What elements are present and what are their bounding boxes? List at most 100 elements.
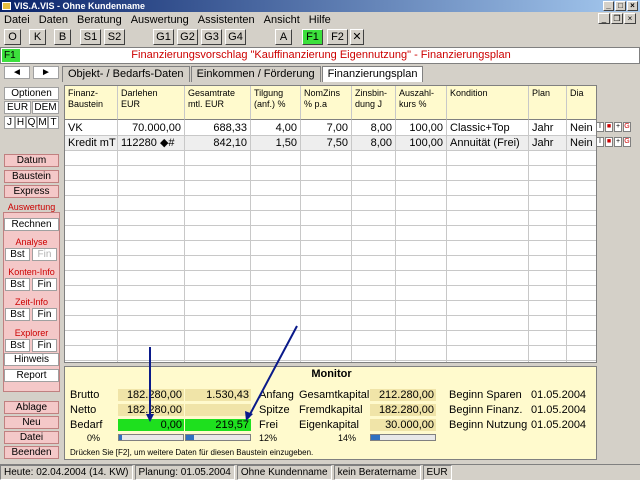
cell-nomzins[interactable]: 7,50 [301, 136, 352, 151]
status-currency: EUR [422, 465, 452, 480]
brutto-label: Brutto [70, 389, 100, 401]
cell-baustein[interactable]: Kredit mT [65, 136, 118, 151]
brutto-value-1: 182.280,00 [118, 389, 184, 401]
period-j-button[interactable]: J [4, 116, 15, 129]
menu-auswertung[interactable]: Auswertung [131, 14, 189, 26]
konten-bst-button[interactable]: Bst [5, 278, 30, 291]
toolbar-k-button[interactable]: K [29, 29, 46, 45]
datei-button[interactable]: Datei [4, 431, 59, 444]
row-add-button[interactable]: + [614, 137, 622, 147]
minimize-button[interactable]: _ [603, 1, 614, 11]
optionen-button[interactable]: Optionen [4, 87, 59, 100]
menu-daten[interactable]: Daten [39, 14, 68, 26]
period-m-button[interactable]: M [37, 116, 48, 129]
grid-col-line [528, 120, 529, 362]
nav-prev-button[interactable]: ◄ [4, 66, 30, 79]
grid-row-line [65, 225, 596, 226]
row-g-button[interactable]: G [623, 137, 631, 147]
explorer-fin-button[interactable]: Fin [32, 339, 57, 352]
tab-einkommen-foerderung[interactable]: Einkommen / Förderung [190, 66, 321, 82]
toolbar-s2-button[interactable]: S2 [104, 29, 125, 45]
cell-zinsbindung[interactable]: 8,00 [352, 136, 396, 151]
toolbar-g1-button[interactable]: G1 [153, 29, 174, 45]
cell-baustein[interactable]: VK [65, 121, 118, 136]
cell-plan[interactable]: Jahr [529, 121, 567, 136]
toolbar-g3-button[interactable]: G3 [201, 29, 222, 45]
cell-darlehen-input[interactable]: 112280 ◆# [118, 136, 185, 151]
grid-row-line [65, 270, 596, 271]
toolbar-f1-button[interactable]: F1 [302, 29, 323, 45]
zeit-fin-button[interactable]: Fin [32, 308, 57, 321]
cell-kondition[interactable]: Classic+Top [447, 121, 529, 136]
cell-kondition[interactable]: Annuität (Frei) [447, 136, 529, 151]
cell-tilgung[interactable]: 1,50 [251, 136, 301, 151]
zeit-bst-button[interactable]: Bst [5, 308, 30, 321]
row-delete-button[interactable]: ■ [605, 137, 613, 147]
toolbar-g2-button[interactable]: G2 [177, 29, 198, 45]
cell-darlehen[interactable]: 70.000,00 [118, 121, 185, 136]
eigenkapital-label: Eigenkapital [299, 419, 359, 431]
express-button[interactable]: Express [4, 185, 59, 198]
period-t-button[interactable]: T [48, 116, 59, 129]
hinweis-button[interactable]: Hinweis [4, 353, 59, 366]
fremdkapital-value: 182.280,00 [370, 404, 436, 416]
toolbar-f2-button[interactable]: F2 [327, 29, 348, 45]
grid-row-line [65, 300, 596, 301]
period-h-button[interactable]: H [15, 116, 26, 129]
row-add-button[interactable]: + [614, 122, 622, 132]
currency-eur-button[interactable]: EUR [4, 101, 31, 114]
menu-ansicht[interactable]: Ansicht [264, 14, 300, 26]
menu-datei[interactable]: Datei [4, 14, 30, 26]
ablage-button[interactable]: Ablage [4, 401, 59, 414]
mdi-restore-button[interactable]: ❐ [611, 13, 623, 24]
grid-row-line [65, 345, 596, 346]
toolbar-g4-button[interactable]: G4 [225, 29, 246, 45]
bedarf-progress-2-fill [186, 435, 194, 440]
cell-auszahlkurs[interactable]: 100,00 [396, 121, 447, 136]
report-button[interactable]: Report [4, 369, 59, 382]
close-button[interactable]: × [627, 1, 638, 11]
cell-dia[interactable]: Nein [567, 136, 596, 151]
toolbar-s1-button[interactable]: S1 [80, 29, 101, 45]
cell-nomzins[interactable]: 7,00 [301, 121, 352, 136]
konten-fin-button[interactable]: Fin [32, 278, 57, 291]
menu-hilfe[interactable]: Hilfe [309, 14, 331, 26]
datum-button[interactable]: Datum [4, 154, 59, 167]
row-delete-button[interactable]: ■ [605, 122, 613, 132]
cell-auszahlkurs[interactable]: 100,00 [396, 136, 447, 151]
beenden-button[interactable]: Beenden [4, 446, 59, 459]
maximize-button[interactable]: □ [615, 1, 626, 11]
tab-finanzierungsplan[interactable]: Finanzierungsplan [321, 66, 424, 82]
rechnen-button[interactable]: Rechnen [4, 218, 59, 231]
toolbar-b-button[interactable]: B [54, 29, 71, 45]
analyse-bst-button[interactable]: Bst [5, 248, 30, 261]
cell-tilgung[interactable]: 4,00 [251, 121, 301, 136]
nav-next-button[interactable]: ► [33, 66, 59, 79]
grid-row-line [65, 240, 596, 241]
grid-row-line [65, 195, 596, 196]
row-g-button[interactable]: G [623, 122, 631, 132]
explorer-bst-button[interactable]: Bst [5, 339, 30, 352]
analyse-fin-button[interactable]: Fin [32, 248, 57, 261]
row-info-button[interactable]: I [596, 137, 604, 147]
toolbar-a-button[interactable]: A [275, 29, 292, 45]
baustein-button[interactable]: Baustein [4, 170, 59, 183]
neu-button[interactable]: Neu [4, 416, 59, 429]
cell-plan[interactable]: Jahr [529, 136, 567, 151]
cell-dia[interactable]: Nein [567, 121, 596, 136]
mdi-minimize-button[interactable]: _ [598, 13, 610, 24]
currency-dem-button[interactable]: DEM [32, 101, 59, 114]
mdi-close-button[interactable]: × [624, 13, 636, 24]
toolbar-close-button[interactable]: ✕ [350, 29, 364, 45]
menu-beratung[interactable]: Beratung [77, 14, 122, 26]
period-q-button[interactable]: Q [26, 116, 37, 129]
header-darlehen: Darlehen EUR [118, 86, 185, 120]
menu-assistenten[interactable]: Assistenten [198, 14, 255, 26]
row-info-button[interactable]: I [596, 122, 604, 132]
netto-value-1: 182.280,00 [118, 404, 184, 416]
tab-objekt-bedarfs-daten[interactable]: Objekt- / Bedarfs-Daten [62, 66, 190, 82]
cell-zinsbindung[interactable]: 8,00 [352, 121, 396, 136]
cell-gesamtrate[interactable]: 842,10 [185, 136, 251, 151]
toolbar-o-button[interactable]: O [4, 29, 21, 45]
cell-gesamtrate[interactable]: 688,33 [185, 121, 251, 136]
